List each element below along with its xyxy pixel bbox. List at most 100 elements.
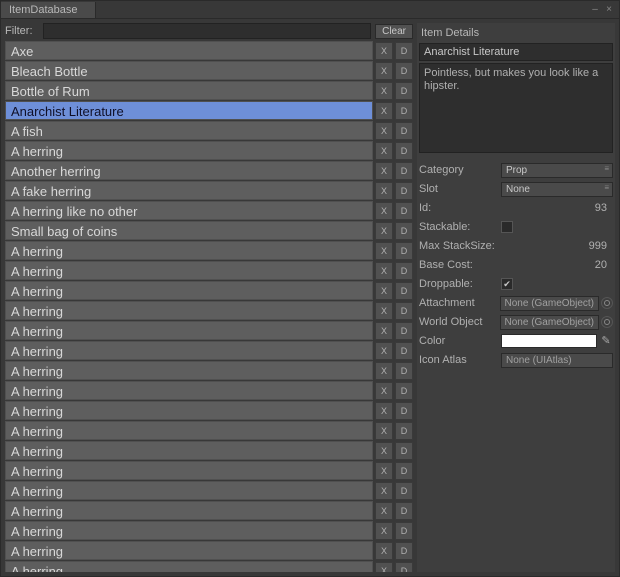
duplicate-button[interactable]: D [395,482,413,500]
duplicate-button[interactable]: D [395,362,413,380]
delete-button[interactable]: X [375,522,393,540]
duplicate-button[interactable]: D [395,502,413,520]
list-item[interactable]: A herringXD [5,461,413,480]
duplicate-button[interactable]: D [395,262,413,280]
list-item[interactable]: A herringXD [5,401,413,420]
worldobj-field[interactable]: None (GameObject) [500,315,599,330]
duplicate-button[interactable]: D [395,422,413,440]
object-picker-icon[interactable] [601,316,613,328]
delete-button[interactable]: X [375,202,393,220]
color-swatch[interactable] [501,334,597,348]
delete-button[interactable]: X [375,462,393,480]
delete-button[interactable]: X [375,82,393,100]
list-item[interactable]: A herringXD [5,541,413,560]
list-item[interactable]: A herringXD [5,301,413,320]
item-description-field[interactable]: Pointless, but makes you look like a hip… [419,63,613,153]
delete-button[interactable]: X [375,122,393,140]
delete-button[interactable]: X [375,142,393,160]
delete-button[interactable]: X [375,322,393,340]
list-item[interactable]: A herringXD [5,481,413,500]
list-item[interactable]: A herringXD [5,441,413,460]
slot-dropdown[interactable]: None [501,182,613,197]
duplicate-button[interactable]: D [395,282,413,300]
delete-button[interactable]: X [375,402,393,420]
list-item[interactable]: A fake herringXD [5,181,413,200]
duplicate-button[interactable]: D [395,182,413,200]
delete-button[interactable]: X [375,482,393,500]
duplicate-button[interactable]: D [395,102,413,120]
delete-button[interactable]: X [375,262,393,280]
list-item[interactable]: A herringXD [5,421,413,440]
duplicate-button[interactable]: D [395,162,413,180]
list-item[interactable]: Small bag of coinsXD [5,221,413,240]
delete-button[interactable]: X [375,422,393,440]
list-item[interactable]: A fishXD [5,121,413,140]
attachment-field[interactable]: None (GameObject) [500,296,599,311]
list-item[interactable]: A herring like no otherXD [5,201,413,220]
list-item[interactable]: A herringXD [5,361,413,380]
duplicate-button[interactable]: D [395,302,413,320]
list-item[interactable]: AxeXD [5,41,413,60]
duplicate-button[interactable]: D [395,222,413,240]
delete-button[interactable]: X [375,342,393,360]
delete-button[interactable]: X [375,302,393,320]
duplicate-button[interactable]: D [395,242,413,260]
delete-button[interactable]: X [375,42,393,60]
duplicate-button[interactable]: D [395,382,413,400]
delete-button[interactable]: X [375,282,393,300]
clear-button[interactable]: Clear [375,24,413,39]
list-item[interactable]: A herringXD [5,341,413,360]
duplicate-button[interactable]: D [395,562,413,573]
list-item[interactable]: Another herringXD [5,161,413,180]
list-item[interactable]: A herringXD [5,381,413,400]
list-item[interactable]: A herringXD [5,141,413,160]
delete-button[interactable]: X [375,242,393,260]
list-item[interactable]: A herringXD [5,501,413,520]
eyedropper-icon[interactable]: ✎ [599,334,613,348]
duplicate-button[interactable]: D [395,202,413,220]
stackable-checkbox[interactable] [501,221,513,233]
delete-button[interactable]: X [375,102,393,120]
list-item[interactable]: A herringXD [5,321,413,340]
duplicate-button[interactable]: D [395,522,413,540]
duplicate-button[interactable]: D [395,402,413,420]
duplicate-button[interactable]: D [395,542,413,560]
delete-button[interactable]: X [375,362,393,380]
delete-button[interactable]: X [375,62,393,80]
list-item[interactable]: A herringXD [5,561,413,572]
delete-button[interactable]: X [375,542,393,560]
duplicate-button[interactable]: D [395,462,413,480]
close-icon[interactable]: × [603,4,615,16]
delete-button[interactable]: X [375,382,393,400]
duplicate-button[interactable]: D [395,82,413,100]
duplicate-button[interactable]: D [395,122,413,140]
duplicate-button[interactable]: D [395,322,413,340]
delete-button[interactable]: X [375,502,393,520]
delete-button[interactable]: X [375,222,393,240]
droppable-checkbox[interactable]: ✔ [501,278,513,290]
list-item[interactable]: Anarchist LiteratureXD [5,101,413,120]
window-tab[interactable]: ItemDatabase [1,2,96,18]
list-item[interactable]: A herringXD [5,281,413,300]
minimize-icon[interactable]: – [589,4,601,16]
iconatlas-field[interactable]: None (UIAtlas) [501,353,613,368]
item-name-field[interactable]: Anarchist Literature [419,43,613,61]
duplicate-button[interactable]: D [395,42,413,60]
category-dropdown[interactable]: Prop [501,163,613,178]
delete-button[interactable]: X [375,182,393,200]
list-item[interactable]: A herringXD [5,261,413,280]
list-item[interactable]: A herringXD [5,521,413,540]
duplicate-button[interactable]: D [395,62,413,80]
list-item[interactable]: Bottle of RumXD [5,81,413,100]
filter-input[interactable] [43,23,371,39]
object-picker-icon[interactable] [601,297,613,309]
duplicate-button[interactable]: D [395,142,413,160]
duplicate-button[interactable]: D [395,442,413,460]
list-item[interactable]: Bleach BottleXD [5,61,413,80]
basecost-value[interactable]: 20 [501,259,613,271]
delete-button[interactable]: X [375,162,393,180]
maxstack-value[interactable]: 999 [501,240,613,252]
list-item[interactable]: A herringXD [5,241,413,260]
duplicate-button[interactable]: D [395,342,413,360]
delete-button[interactable]: X [375,442,393,460]
